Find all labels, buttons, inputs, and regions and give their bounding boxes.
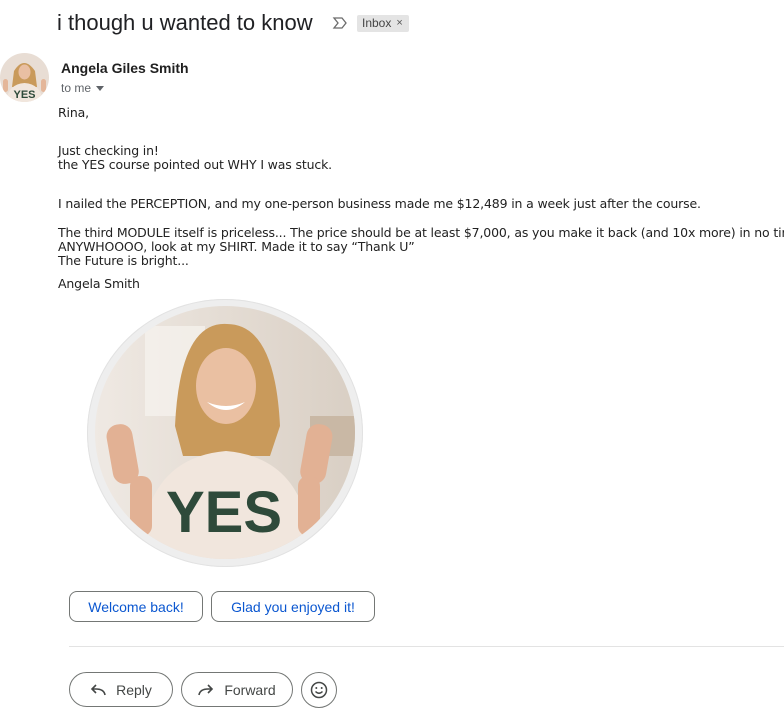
forward-label: Forward [224, 681, 276, 698]
smiley-face-icon [310, 681, 328, 699]
body-line: I nailed the PERCEPTION, and my one-pers… [58, 196, 701, 211]
smart-reply-welcome-back[interactable]: Welcome back! [69, 591, 203, 622]
greeting: Rina, [58, 105, 89, 120]
emoji-reaction-button[interactable] [301, 672, 337, 708]
forward-button[interactable]: Forward [181, 672, 293, 707]
body-line: The Future is bright... [58, 253, 189, 268]
woman-photo-image: YES [95, 306, 355, 559]
shirt-text: YES [166, 480, 282, 545]
importance-marker-icon[interactable] [332, 15, 348, 31]
recipient-details-toggle[interactable]: to me [61, 81, 105, 95]
body-line: ANYWHOOOO, look at my SHIRT. Made it to … [58, 239, 415, 254]
reply-label: Reply [116, 681, 152, 698]
avatar-image: YES [0, 53, 49, 102]
avatar-shirt-text: YES [13, 89, 35, 101]
email-subject: i though u wanted to know [57, 10, 313, 35]
divider [69, 646, 784, 647]
smart-reply-glad-you-enjoyed[interactable]: Glad you enjoyed it! [211, 591, 375, 622]
reply-arrow-icon [90, 683, 106, 695]
signature: Angela Smith [58, 276, 140, 291]
forward-arrow-icon [198, 683, 214, 695]
inbox-label-chip: Inbox × [357, 15, 409, 32]
body-line: The third MODULE itself is priceless... … [58, 225, 784, 240]
inbox-label-text: Inbox [362, 16, 392, 30]
body-line: Just checking in! [58, 143, 159, 158]
sender-name[interactable]: Angela Giles Smith [61, 60, 189, 76]
chevron-down-icon [96, 86, 105, 91]
remove-label-icon[interactable]: × [396, 15, 402, 32]
sender-avatar[interactable]: YES [0, 53, 49, 102]
reply-button[interactable]: Reply [69, 672, 173, 707]
body-line: the YES course pointed out WHY I was stu… [58, 157, 332, 172]
recipient-text: to me [61, 81, 92, 95]
attached-photo[interactable]: YES [95, 306, 355, 559]
